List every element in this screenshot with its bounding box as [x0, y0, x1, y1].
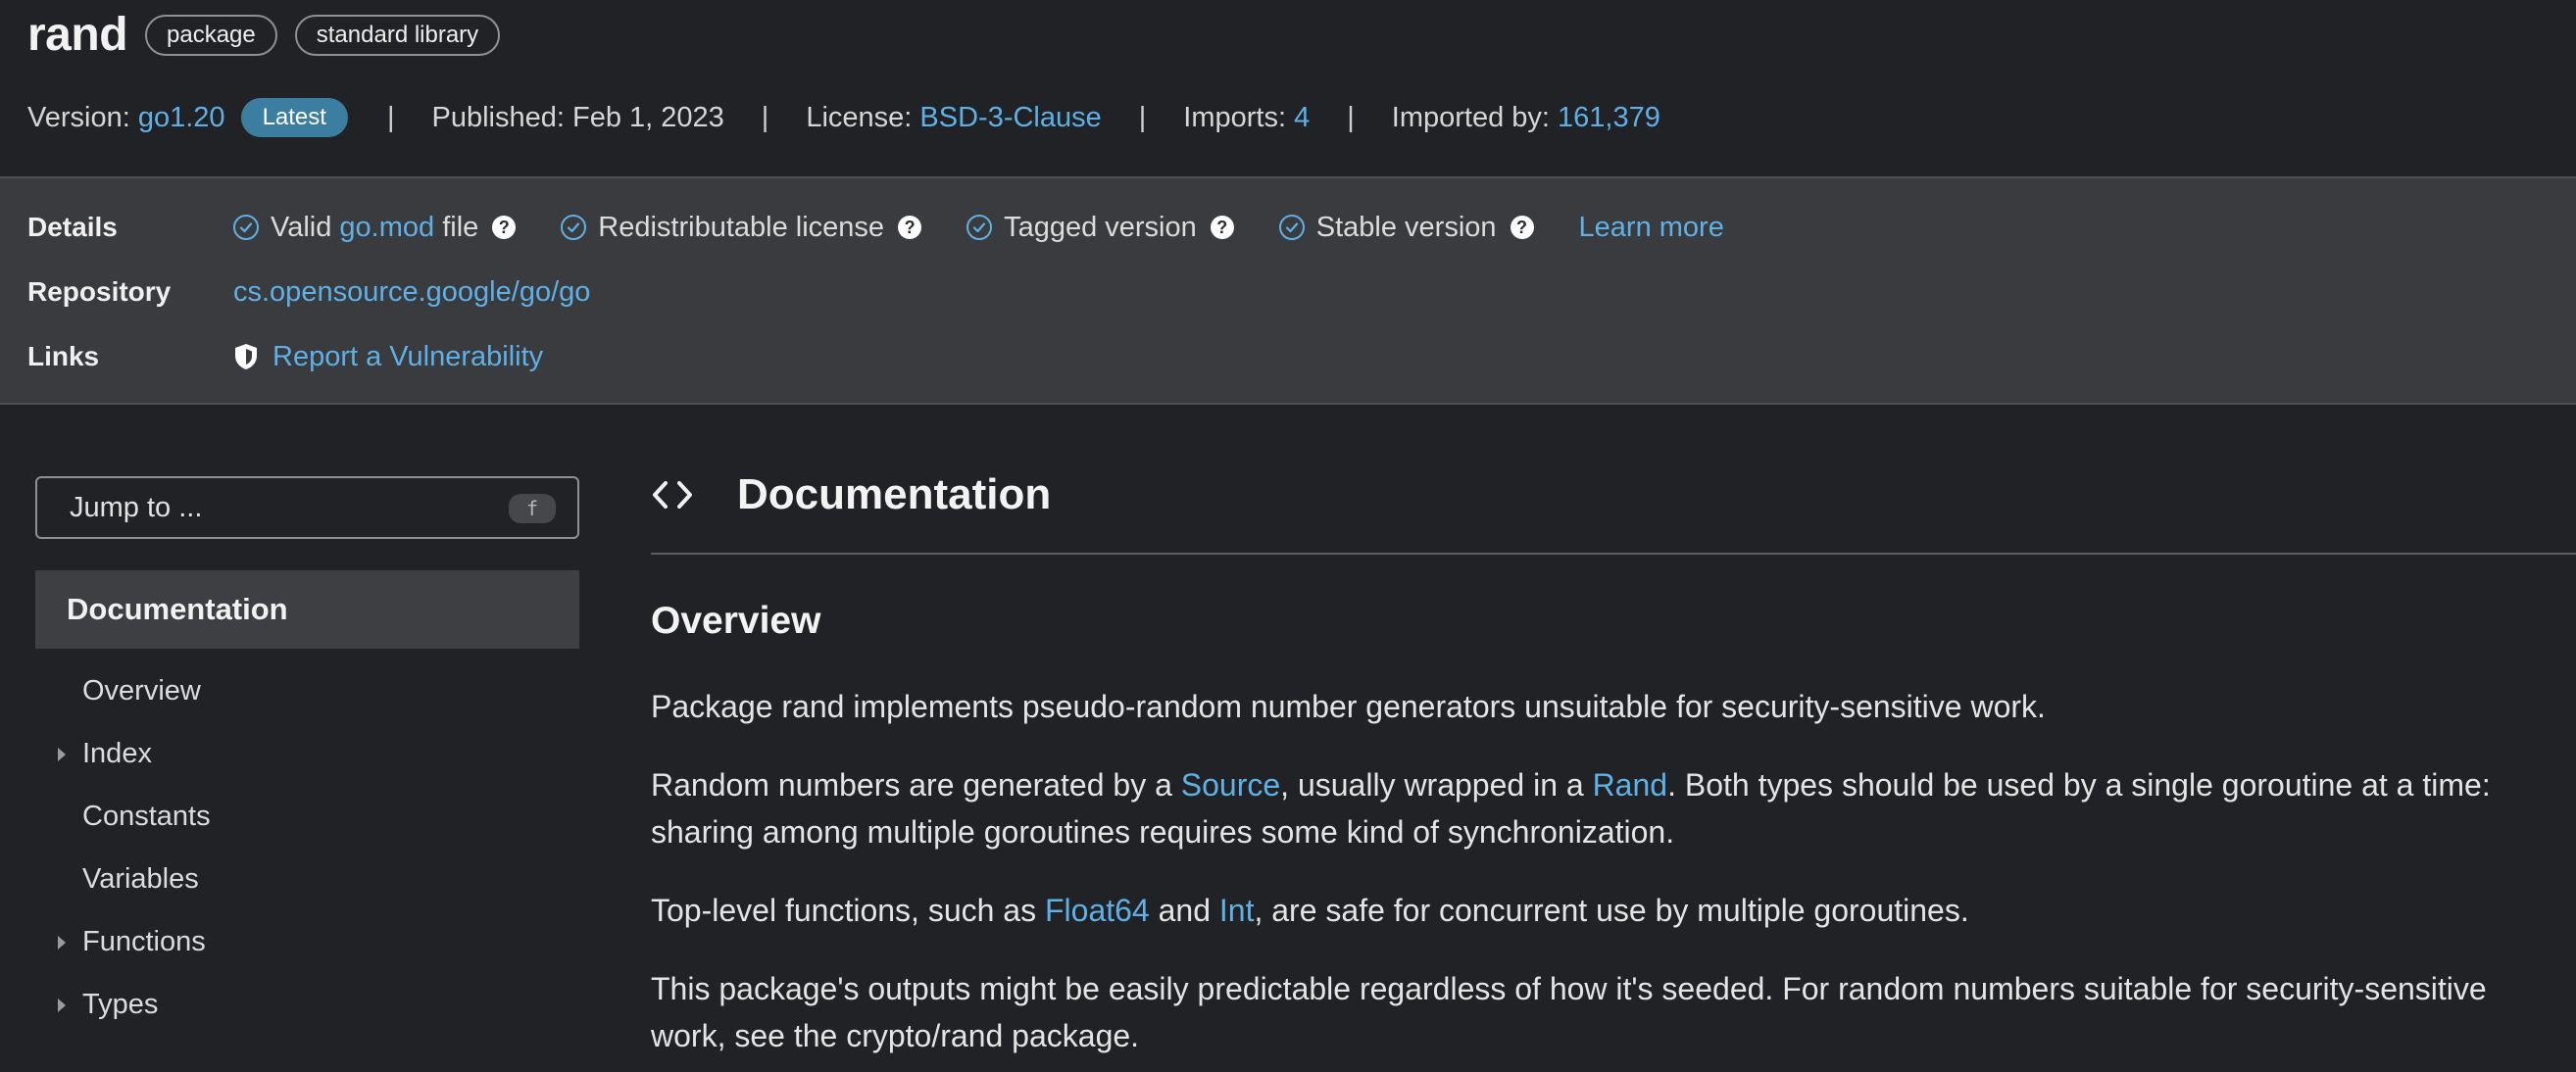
sidebar-item-label: Index [82, 737, 152, 769]
links-label: Links [27, 341, 100, 371]
sidebar-item-constants[interactable]: Constants [82, 797, 211, 836]
imported-by-label: Imported by: [1391, 101, 1550, 133]
imports-link[interactable]: 4 [1294, 102, 1310, 134]
documentation-title: Documentation [737, 470, 1052, 518]
details-label: Details [27, 212, 118, 242]
text-segment: Top-level functions, such as [651, 893, 1045, 928]
help-icon[interactable]: ? [1510, 216, 1534, 239]
meta-row: Version: go1.20 Latest | Published: Feb … [27, 98, 1660, 137]
sidebar-item-label: Variables [82, 862, 199, 895]
divider [651, 553, 2576, 555]
details-values: Valid go.mod file ? Redistributable lice… [233, 212, 1724, 244]
separator: | [386, 101, 395, 133]
sidebar-item-types[interactable]: Types [58, 985, 159, 1024]
file-text: file [442, 211, 479, 243]
int-link[interactable]: Int [1219, 893, 1255, 928]
float64-link[interactable]: Float64 [1045, 893, 1150, 928]
caret-right-icon[interactable] [58, 748, 66, 761]
separator: | [1347, 101, 1355, 133]
sidebar-item-label: Constants [82, 800, 211, 832]
text-segment: , usually wrapped in a [1280, 767, 1593, 803]
separator: | [1138, 101, 1147, 133]
rand-link[interactable]: Rand [1593, 767, 1668, 803]
links-values: Report a Vulnerability [233, 341, 543, 373]
overview-paragraph-1: Package rand implements pseudo-random nu… [651, 689, 2046, 724]
sidebar-item-label: Types [82, 988, 159, 1020]
text-segment: , are safe for concurrent use by multipl… [1254, 893, 1969, 928]
learn-more-link[interactable]: Learn more [1579, 212, 1724, 244]
repository-label: Repository [27, 276, 172, 307]
text-segment: and [1149, 893, 1219, 928]
overview-paragraph-4: This package's outputs might be easily p… [651, 971, 2487, 1053]
help-icon[interactable]: ? [492, 216, 517, 239]
shield-icon [233, 343, 259, 370]
license-link[interactable]: BSD-3-Clause [919, 102, 1101, 134]
sidebar-item-index[interactable]: Index [58, 734, 152, 773]
code-icon [653, 481, 692, 509]
documentation-header: Documentation [651, 464, 1051, 525]
valid-text: Valid [271, 211, 332, 243]
valid-gomod-item: Valid go.mod file ? [233, 211, 517, 244]
text-segment: Random numbers are generated by a [651, 767, 1181, 803]
license-label: License: [806, 101, 913, 133]
sidebar-item-functions[interactable]: Functions [58, 922, 206, 961]
check-circle-icon [561, 215, 587, 240]
repository-link[interactable]: cs.opensource.google/go/go [233, 276, 590, 309]
overview-heading: Overview [651, 600, 821, 642]
caret-right-icon[interactable] [58, 936, 66, 950]
check-circle-icon [1278, 215, 1305, 240]
latest-badge: Latest [240, 98, 348, 137]
source-link[interactable]: Source [1181, 767, 1280, 803]
check-circle-icon [233, 215, 259, 240]
report-vulnerability-link[interactable]: Report a Vulnerability [272, 341, 543, 373]
jump-to-placeholder: Jump to ... [70, 491, 203, 523]
tagged-text: Tagged version [1004, 211, 1197, 243]
version-label: Version: [27, 101, 130, 133]
imports-label: Imports: [1183, 101, 1287, 133]
keyboard-shortcut-badge: f [509, 494, 556, 523]
sidebar-item-documentation[interactable]: Documentation [35, 570, 579, 649]
sidebar-item-label: Functions [82, 925, 206, 957]
details-row: Details Valid go.mod file ? Redistributa… [27, 208, 1724, 247]
package-chip: package [145, 14, 277, 56]
standard-library-chip: standard library [294, 14, 501, 56]
version-link[interactable]: go1.20 [138, 102, 225, 134]
gomod-link[interactable]: go.mod [339, 212, 434, 244]
help-icon[interactable]: ? [1210, 216, 1234, 239]
package-header: rand package standard library Version: g… [0, 0, 2576, 176]
repository-row: Repository cs.opensource.google/go/go [27, 272, 590, 312]
stable-text: Stable version [1315, 211, 1497, 243]
title-row: rand package standard library [27, 8, 501, 62]
sidebar-item-variables[interactable]: Variables [82, 859, 199, 899]
check-circle-icon [966, 215, 993, 240]
redistributable-text: Redistributable license [598, 211, 885, 243]
tagged-item: Tagged version ? [966, 212, 1234, 244]
caret-right-icon[interactable] [58, 999, 66, 1012]
redistributable-item: Redistributable license ? [561, 211, 922, 244]
sidebar-item-label: Overview [82, 674, 201, 707]
imported-by-link[interactable]: 161,379 [1558, 102, 1660, 134]
overview-paragraph-3: Top-level functions, such as Float64 and… [651, 887, 2543, 934]
help-icon[interactable]: ? [898, 216, 922, 239]
jump-to-input[interactable]: Jump to ... f [35, 476, 579, 539]
separator: | [761, 101, 769, 133]
sidebar-item-overview[interactable]: Overview [82, 671, 201, 710]
overview-paragraph-2: Random numbers are generated by a Source… [651, 761, 2543, 855]
stable-item: Stable version ? [1278, 211, 1534, 244]
details-panel: Details Valid go.mod file ? Redistributa… [0, 176, 2576, 405]
links-row: Links Report a Vulnerability [27, 337, 543, 376]
published-date: Published: Feb 1, 2023 [431, 101, 724, 133]
package-title: rand [27, 9, 128, 61]
